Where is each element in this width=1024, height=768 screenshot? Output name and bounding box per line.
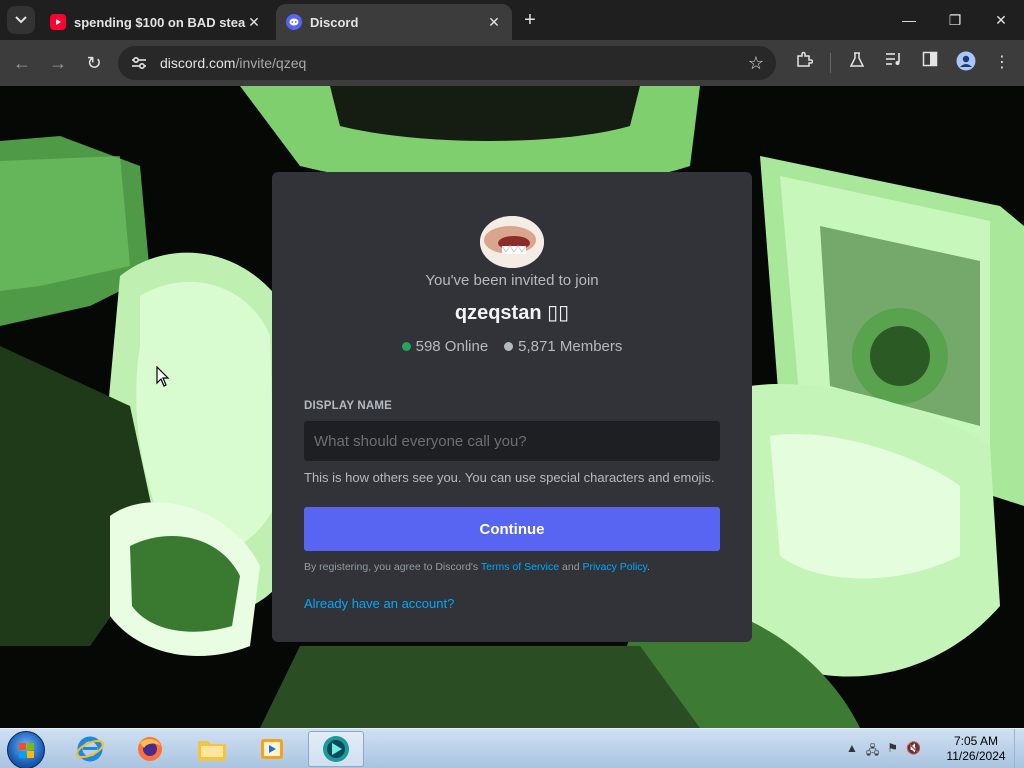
server-stats: 598 Online 5,871 Members	[272, 338, 752, 355]
online-count: 598 Online	[415, 338, 489, 355]
close-icon[interactable]: ✕	[246, 14, 262, 31]
tab-search-button[interactable]	[7, 6, 35, 34]
forward-button[interactable]: →	[46, 51, 70, 75]
browser-icon	[323, 736, 349, 762]
clock-date: 11/26/2024	[946, 749, 1006, 763]
youtube-icon	[50, 14, 66, 30]
url-path: /invite/qzeq	[235, 55, 307, 71]
server-icon	[480, 216, 544, 268]
page-background: You've been invited to join qzeqstan ▯▯ …	[0, 86, 1024, 728]
tab-youtube[interactable]: spending $100 on BAD steam games ✕	[40, 4, 272, 40]
volume-muted-icon[interactable]: 🔇	[906, 741, 921, 762]
media-player-icon	[261, 739, 283, 759]
legal-and: and	[559, 561, 583, 573]
labs-flask-icon[interactable]	[845, 51, 869, 75]
privacy-policy-link[interactable]: Privacy Policy	[582, 561, 647, 573]
profile-avatar-icon[interactable]	[954, 51, 978, 75]
windows-logo-icon	[19, 743, 34, 758]
address-bar[interactable]: discord.com/invite/qzeq ☆	[118, 46, 776, 80]
screen: spending $100 on BAD steam games ✕ Disco…	[0, 0, 1024, 768]
legal-prefix: By registering, you agree to Discord's	[304, 561, 481, 573]
system-tray: ▲ 🖧 ⚑ 🔇	[846, 741, 921, 762]
display-name-hint: This is how others see you. You can use …	[304, 470, 715, 485]
login-link[interactable]: Already have an account?	[304, 596, 454, 611]
file-explorer-icon	[198, 741, 226, 761]
reload-button[interactable]: ↻	[82, 51, 106, 75]
new-tab-button[interactable]: +	[518, 8, 542, 32]
online-stat: 598 Online	[401, 338, 489, 355]
internet-explorer-icon	[76, 736, 104, 762]
side-panel-icon[interactable]	[918, 51, 942, 75]
chevron-down-icon	[15, 16, 27, 24]
tab-discord[interactable]: Discord ✕	[276, 4, 512, 40]
site-settings-icon[interactable]	[130, 54, 148, 72]
terms-of-service-link[interactable]: Terms of Service	[481, 561, 559, 573]
members-dot-icon	[504, 342, 514, 351]
invited-text: You've been invited to join	[425, 272, 599, 289]
start-button[interactable]	[7, 731, 45, 768]
invite-modal: You've been invited to join qzeqstan ▯▯ …	[272, 172, 752, 642]
menu-kebab-icon[interactable]: ⋮	[990, 51, 1014, 75]
tab-title: Discord	[310, 14, 359, 30]
show-hidden-icons-icon[interactable]: ▲	[846, 741, 858, 762]
server-name: qzeqstan ▯▯	[454, 302, 570, 324]
back-button[interactable]: ←	[10, 51, 34, 75]
discord-icon	[286, 14, 302, 30]
bookmark-star-icon[interactable]: ☆	[748, 53, 764, 74]
taskbar-firefox[interactable]	[122, 731, 178, 767]
continue-button[interactable]: Continue	[304, 507, 720, 551]
clock-time: 7:05 AM	[953, 734, 999, 748]
network-icon[interactable]: 🖧	[866, 741, 879, 762]
online-dot-icon	[401, 342, 411, 351]
firefox-icon	[138, 737, 162, 761]
taskbar-media-player[interactable]	[244, 731, 300, 767]
mouse-cursor-icon	[156, 366, 170, 387]
browser-toolbar: ← → ↻ discord.com/invite/qzeq ☆ ⋮	[0, 40, 1024, 86]
minimize-button[interactable]: —	[894, 8, 924, 32]
legal-suffix: .	[647, 561, 650, 573]
url-text: discord.com/invite/qzeq	[160, 55, 306, 71]
tab-bar: spending $100 on BAD steam games ✕ Disco…	[0, 0, 1024, 40]
members-stat: 5,871 Members	[504, 338, 622, 355]
taskbar-internet-explorer[interactable]	[62, 731, 118, 767]
taskbar: ▲ 🖧 ⚑ 🔇 7:05 AM 11/26/2024	[0, 728, 1024, 768]
window-close-button[interactable]: ✕	[986, 8, 1016, 32]
member-count: 5,871 Members	[518, 338, 623, 355]
close-icon[interactable]: ✕	[486, 14, 502, 31]
tab-title: spending $100 on BAD steam games	[74, 14, 246, 30]
media-control-icon[interactable]	[882, 51, 906, 75]
url-host: discord.com	[160, 55, 236, 71]
toolbar-divider	[830, 53, 831, 73]
taskbar-file-explorer[interactable]	[184, 731, 240, 767]
restore-button[interactable]: ❐	[940, 8, 970, 32]
extensions-icon[interactable]	[792, 51, 816, 75]
action-center-flag-icon[interactable]: ⚑	[887, 741, 898, 762]
display-name-label: DISPLAY NAME	[304, 400, 393, 412]
show-desktop-button[interactable]	[1014, 729, 1024, 768]
legal-text: By registering, you agree to Discord's T…	[304, 561, 650, 573]
taskbar-browser[interactable]	[308, 731, 364, 767]
clock[interactable]: 7:05 AM 11/26/2024	[936, 734, 1016, 764]
display-name-input[interactable]	[304, 421, 720, 461]
